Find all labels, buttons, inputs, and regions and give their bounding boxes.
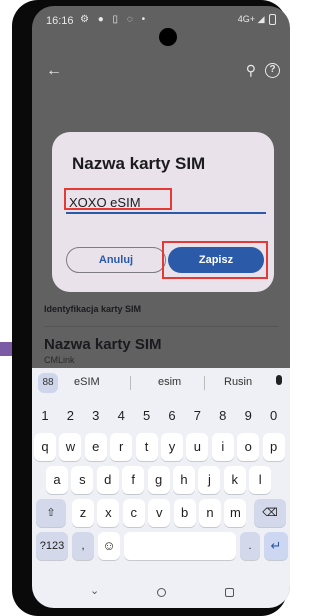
- signal-icon: ◢: [257, 14, 265, 24]
- key-number[interactable]: 8: [212, 402, 234, 430]
- key-letter[interactable]: k: [223, 466, 246, 494]
- comma-key[interactable]: ,: [72, 532, 94, 560]
- microphone-icon[interactable]: [276, 374, 282, 388]
- key-number[interactable]: 7: [186, 402, 208, 430]
- key-letter[interactable]: r: [110, 433, 133, 461]
- dialog-title: Nazwa karty SIM: [72, 154, 206, 173]
- space-key[interactable]: [124, 532, 236, 560]
- key-letter[interactable]: e: [84, 433, 107, 461]
- key-letter[interactable]: y: [161, 433, 183, 461]
- status-bar: 16:16 ⚙ ● ▯ ◌ • 4G+ ◢: [32, 6, 290, 46]
- section-divider: [44, 326, 278, 327]
- suggestion-separator: [130, 376, 131, 390]
- status-right-icons: 4G+ ◢: [237, 14, 276, 26]
- symbols-key[interactable]: ?123: [36, 532, 68, 560]
- key-letter[interactable]: c: [122, 499, 145, 527]
- emoji-key[interactable]: ☺: [98, 532, 120, 560]
- key-letter[interactable]: w: [59, 433, 82, 461]
- key-letter[interactable]: t: [135, 433, 158, 461]
- period-key[interactable]: .: [240, 532, 260, 560]
- suggestion-item[interactable]: esim: [158, 376, 181, 388]
- enter-key[interactable]: ↵: [264, 532, 288, 560]
- save-button[interactable]: Zapisz: [168, 247, 264, 273]
- suggestion-separator: [204, 376, 205, 390]
- suggestion-item[interactable]: eSIM: [74, 376, 100, 388]
- battery-icon: [269, 14, 276, 26]
- key-letter[interactable]: z: [72, 499, 94, 527]
- key-number[interactable]: 5: [136, 402, 158, 430]
- phone-screen: 16:16 ⚙ ● ▯ ◌ • 4G+ ◢ ← ⚲ ? Nazwa karty …: [32, 6, 290, 608]
- key-letter[interactable]: s: [71, 466, 94, 494]
- key-number[interactable]: 4: [110, 402, 132, 430]
- backspace-key[interactable]: ⌫: [254, 499, 286, 527]
- key-letter[interactable]: d: [96, 466, 119, 494]
- app-bar: ← ⚲ ?: [32, 56, 290, 90]
- key-letter[interactable]: j: [198, 466, 221, 494]
- front-camera: [159, 28, 177, 46]
- key-letter[interactable]: b: [173, 499, 196, 527]
- suggestion-strip: 88 eSIM esim Rusin: [32, 368, 290, 398]
- back-arrow-icon[interactable]: ←: [46, 62, 62, 80]
- key-letter[interactable]: v: [148, 499, 171, 527]
- section-header-sim-identification: Identyfikacja karty SIM: [44, 304, 142, 314]
- key-letter[interactable]: g: [147, 466, 170, 494]
- suggestion-item[interactable]: Rusin: [224, 376, 252, 388]
- cancel-button[interactable]: Anuluj: [66, 247, 166, 273]
- search-icon[interactable]: ⚲: [246, 62, 256, 79]
- key-letter[interactable]: m: [224, 499, 247, 527]
- key-letter[interactable]: q: [34, 433, 56, 461]
- help-icon[interactable]: ?: [265, 63, 280, 78]
- key-letter[interactable]: f: [122, 466, 145, 494]
- key-letter[interactable]: p: [262, 433, 285, 461]
- nav-home-icon[interactable]: [157, 588, 166, 597]
- key-letter[interactable]: a: [46, 466, 68, 494]
- key-number[interactable]: 6: [161, 402, 183, 430]
- phone-frame: 16:16 ⚙ ● ▯ ◌ • 4G+ ◢ ← ⚲ ? Nazwa karty …: [12, 0, 290, 616]
- key-number[interactable]: 3: [85, 402, 107, 430]
- key-letter[interactable]: i: [211, 433, 234, 461]
- status-time: 16:16: [46, 15, 74, 27]
- key-number[interactable]: 0: [263, 402, 285, 430]
- rename-sim-dialog: Nazwa karty SIM Anuluj Zapisz: [52, 132, 274, 292]
- sim-name-setting-value: CMLink: [44, 355, 75, 365]
- key-letter[interactable]: o: [237, 433, 260, 461]
- nav-recent-apps-icon[interactable]: [225, 588, 234, 597]
- key-number[interactable]: 1: [34, 402, 56, 430]
- shift-key[interactable]: ⇧: [36, 499, 66, 527]
- keyboard-menu-icon[interactable]: 88: [38, 373, 58, 393]
- key-number[interactable]: 2: [59, 402, 81, 430]
- key-letter[interactable]: u: [186, 433, 209, 461]
- nav-back-icon[interactable]: ⌄: [90, 584, 99, 597]
- network-icon: 4G+: [237, 14, 256, 24]
- key-number[interactable]: 9: [237, 402, 259, 430]
- key-letter[interactable]: x: [97, 499, 120, 527]
- on-screen-keyboard: 88 eSIM esim Rusin 1234567890 qwertyuiop a…: [32, 368, 290, 608]
- key-letter[interactable]: l: [249, 466, 272, 494]
- navigation-bar: ⌄: [32, 582, 290, 608]
- sim-name-input[interactable]: [66, 192, 266, 214]
- key-letter[interactable]: n: [199, 499, 221, 527]
- key-letter[interactable]: h: [173, 466, 195, 494]
- sim-name-setting-title[interactable]: Nazwa karty SIM: [44, 336, 162, 353]
- status-notification-icons: ⚙ ● ▯ ◌ •: [80, 14, 149, 25]
